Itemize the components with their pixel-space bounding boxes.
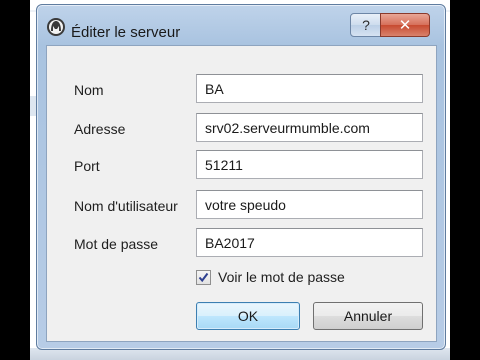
close-button[interactable]: ✕ [380,13,430,37]
name-field[interactable] [196,74,423,103]
cancel-button-label: Annuler [343,308,393,324]
close-icon: ✕ [398,17,412,34]
address-label: Adresse [74,121,126,137]
help-button[interactable]: ? [350,13,382,37]
username-field[interactable] [196,190,423,219]
cancel-button[interactable]: Annuler [313,302,423,330]
ok-button[interactable]: OK [196,302,300,330]
dialog-title: Éditer le serveur [71,24,181,41]
check-icon [198,272,209,283]
help-icon: ? [362,17,370,33]
address-field[interactable] [196,113,423,142]
show-password-checkbox[interactable] [196,270,211,285]
show-password-label[interactable]: Voir le mot de passe [218,269,345,285]
password-label: Mot de passe [74,236,159,252]
edit-server-dialog: Éditer le serveur ? ✕ Nom Adresse Port N… [36,4,446,350]
port-field[interactable] [196,150,423,179]
desktop-background: Éditer le serveur ? ✕ Nom Adresse Port N… [30,0,450,360]
name-label: Nom [74,82,104,98]
port-label: Port [74,158,100,174]
dialog-content: Nom Adresse Port Nom d'utilisateur Mot d… [46,45,437,342]
password-field[interactable] [196,228,423,257]
ok-button-label: OK [237,308,259,324]
mumble-logo-icon [46,17,66,37]
username-label: Nom d'utilisateur [74,198,178,214]
title-bar[interactable]: Éditer le serveur ? ✕ [37,5,445,45]
